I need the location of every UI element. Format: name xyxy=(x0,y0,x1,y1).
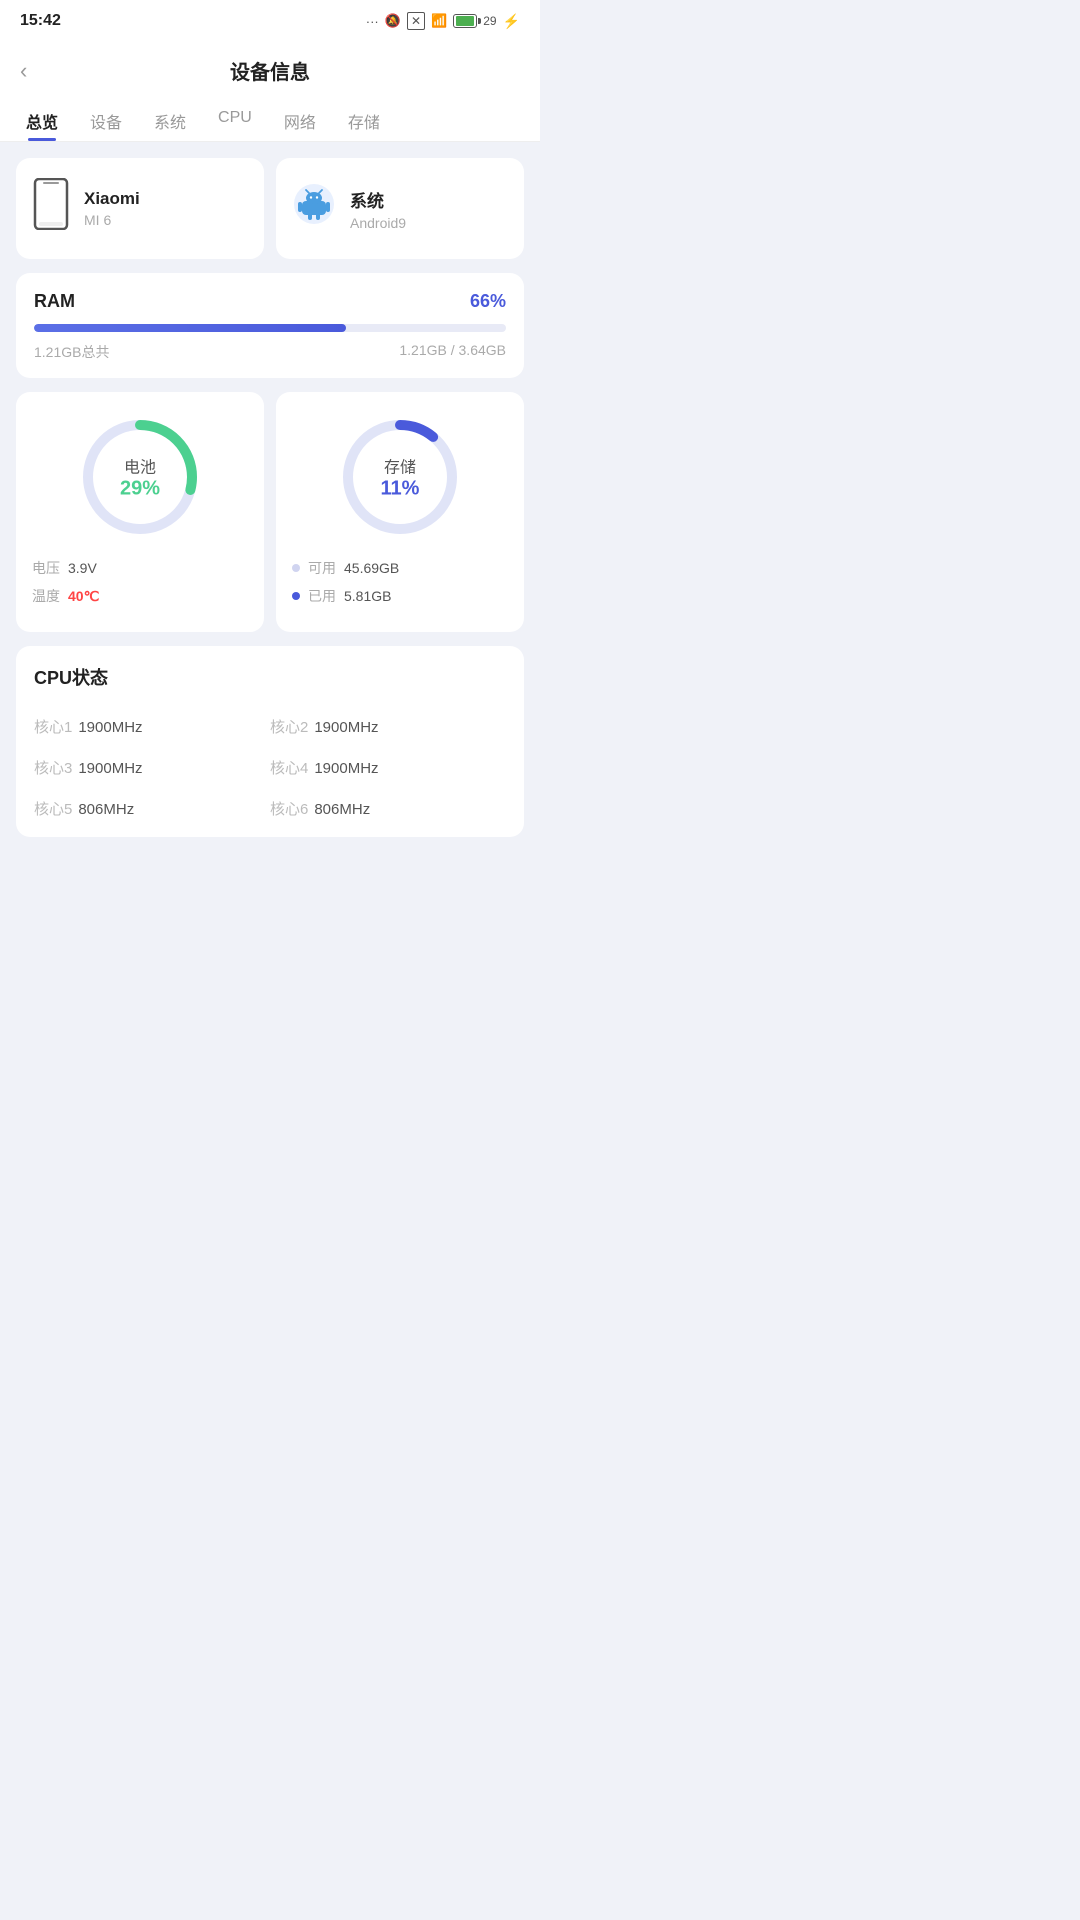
charging-icon: ⚡ xyxy=(503,13,520,30)
tab-overview[interactable]: 总览 xyxy=(10,97,74,141)
storage-donut: 存储 11% xyxy=(335,412,465,542)
system-version: Android9 xyxy=(350,215,406,231)
cpu-core-item: 核心5806MHz xyxy=(34,788,270,829)
tab-system[interactable]: 系统 xyxy=(138,97,202,141)
phone-icon xyxy=(32,178,70,239)
battery-donut: 电池 29% xyxy=(75,412,205,542)
battery-temp-row: 温度 40℃ xyxy=(32,586,248,606)
device-info-system: 系统 Android9 xyxy=(350,187,406,231)
storage-card: 存储 11% 可用 45.69GB 已用 5.81GB xyxy=(276,392,524,632)
cpu-core-item: 核心21900MHz xyxy=(270,706,506,747)
cpu-core-item: 核心41900MHz xyxy=(270,747,506,788)
battery-circle-label: 电池 xyxy=(120,454,160,478)
available-dot xyxy=(292,564,300,572)
temp-value: 40℃ xyxy=(68,588,99,605)
cpu-cores-grid: 核心11900MHz核心21900MHz核心31900MHz核心41900MHz… xyxy=(34,706,506,829)
storage-details: 可用 45.69GB 已用 5.81GB xyxy=(292,558,508,614)
temp-label: 温度 xyxy=(32,586,60,606)
ram-card: RAM 66% 1.21GB总共 1.21GB / 3.64GB xyxy=(16,273,524,378)
battery-indicator xyxy=(453,14,477,28)
cpu-core-item: 核心6806MHz xyxy=(270,788,506,829)
tab-cpu[interactable]: CPU xyxy=(202,97,268,141)
status-time: 15:42 xyxy=(20,12,61,30)
back-button[interactable]: ‹ xyxy=(20,58,27,84)
ram-usage: 1.21GB / 3.64GB xyxy=(399,342,506,362)
storage-circle-value: 11% xyxy=(381,478,420,500)
battery-details: 电压 3.9V 温度 40℃ xyxy=(32,558,248,614)
used-value: 5.81GB xyxy=(344,588,391,604)
device-card-phone: Xiaomi MI 6 xyxy=(16,158,264,259)
available-value: 45.69GB xyxy=(344,560,399,576)
battery-tip xyxy=(478,18,481,24)
storage-donut-center: 存储 11% xyxy=(381,454,420,501)
battery-card: 电池 29% 电压 3.9V 温度 40℃ xyxy=(16,392,264,632)
tab-storage[interactable]: 存储 xyxy=(332,97,396,141)
cpu-core-item: 核心11900MHz xyxy=(34,706,270,747)
ram-progress-fill xyxy=(34,324,346,332)
ram-stats: 1.21GB总共 1.21GB / 3.64GB xyxy=(34,342,506,362)
storage-available-row: 可用 45.69GB xyxy=(292,558,508,578)
page-header: ‹ 设备信息 xyxy=(0,40,540,97)
ram-label: RAM xyxy=(34,291,75,312)
device-card-system: 系统 Android9 xyxy=(276,158,524,259)
status-bar: 15:42 ··· 🔕 ✕ 📶 29 ⚡ xyxy=(0,0,540,40)
device-model: MI 6 xyxy=(84,212,140,228)
voltage-label: 电压 xyxy=(32,558,60,578)
used-label: 已用 xyxy=(308,586,336,606)
system-name: 系统 xyxy=(350,187,406,212)
close-square-icon: ✕ xyxy=(407,12,425,30)
page-title: 设备信息 xyxy=(230,56,310,85)
cpu-card: CPU状态 核心11900MHz核心21900MHz核心31900MHz核心41… xyxy=(16,646,524,837)
tab-device[interactable]: 设备 xyxy=(74,97,138,141)
used-dot xyxy=(292,592,300,600)
tab-network[interactable]: 网络 xyxy=(268,97,332,141)
voltage-value: 3.9V xyxy=(68,560,97,576)
battery-voltage-row: 电压 3.9V xyxy=(32,558,248,578)
battery-donut-center: 电池 29% xyxy=(120,454,160,501)
storage-circle-label: 存储 xyxy=(381,454,420,478)
main-content: Xiaomi MI 6 xyxy=(0,142,540,867)
device-name: Xiaomi xyxy=(84,189,140,209)
battery-percent: 29 xyxy=(483,14,496,28)
metric-cards-row: 电池 29% 电压 3.9V 温度 40℃ xyxy=(16,392,524,632)
device-cards-row: Xiaomi MI 6 xyxy=(16,158,524,259)
battery-circle-value: 29% xyxy=(120,478,160,500)
wifi-icon: 📶 xyxy=(431,13,447,29)
mute-icon: 🔕 xyxy=(385,13,401,29)
android-icon xyxy=(292,182,336,236)
cpu-card-title: CPU状态 xyxy=(34,664,506,690)
ram-header: RAM 66% xyxy=(34,291,506,312)
cpu-core-item: 核心31900MHz xyxy=(34,747,270,788)
device-info-phone: Xiaomi MI 6 xyxy=(84,189,140,228)
signal-icon: ··· xyxy=(366,14,379,29)
ram-total: 1.21GB总共 xyxy=(34,342,109,362)
available-label: 可用 xyxy=(308,558,336,578)
storage-used-row: 已用 5.81GB xyxy=(292,586,508,606)
ram-progress-bar xyxy=(34,324,506,332)
status-icons: ··· 🔕 ✕ 📶 29 ⚡ xyxy=(366,12,520,30)
ram-percent: 66% xyxy=(470,291,506,312)
battery-fill xyxy=(456,16,474,26)
tab-bar: 总览 设备 系统 CPU 网络 存储 xyxy=(0,97,540,142)
